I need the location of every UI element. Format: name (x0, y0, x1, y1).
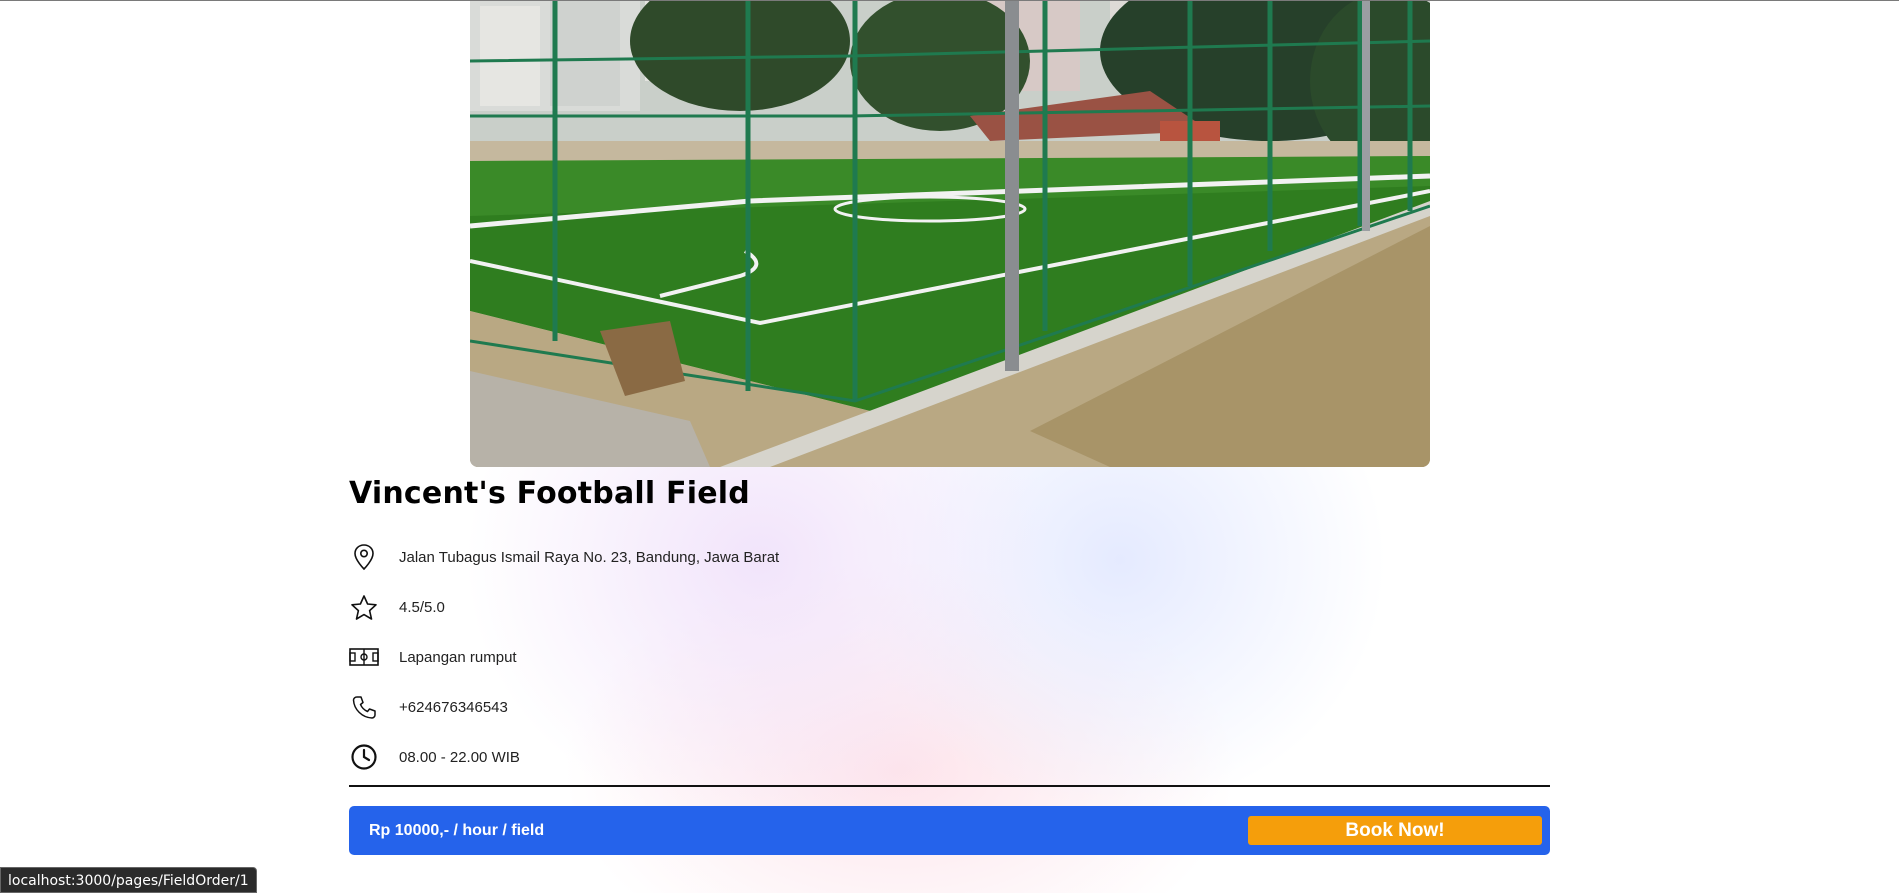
hours-text: 08.00 - 22.00 WIB (399, 748, 520, 766)
phone-icon (349, 692, 379, 722)
rating-text: 4.5/5.0 (399, 598, 445, 616)
price-label: Rp 10000,- / hour / field (369, 821, 545, 839)
field-title: Vincent's Football Field (349, 476, 750, 511)
field-type-text: Lapangan rumput (399, 648, 517, 666)
detail-hours: 08.00 - 22.00 WIB (349, 732, 1349, 782)
field-details: Jalan Tubagus Ismail Raya No. 23, Bandun… (349, 532, 1349, 782)
booking-bar: Rp 10000,- / hour / field Book Now! (349, 806, 1550, 855)
section-divider (349, 785, 1550, 787)
field-photo-illustration (470, 1, 1430, 467)
detail-phone: +624676346543 (349, 682, 1349, 732)
status-bar-url: localhost:3000/pages/FieldOrder/1 (0, 867, 257, 893)
detail-field-type: Lapangan rumput (349, 632, 1349, 682)
detail-rating: 4.5/5.0 (349, 582, 1349, 632)
page: Vincent's Football Field Jalan Tubagus I… (0, 0, 1899, 893)
book-now-button[interactable]: Book Now! (1248, 816, 1542, 845)
field-photo (470, 1, 1430, 467)
field-icon (349, 642, 379, 672)
phone-text: +624676346543 (399, 698, 508, 716)
map-pin-icon (349, 542, 379, 572)
address-text: Jalan Tubagus Ismail Raya No. 23, Bandun… (399, 548, 780, 566)
star-icon (349, 592, 379, 622)
clock-icon (349, 742, 379, 772)
detail-address: Jalan Tubagus Ismail Raya No. 23, Bandun… (349, 532, 1349, 582)
